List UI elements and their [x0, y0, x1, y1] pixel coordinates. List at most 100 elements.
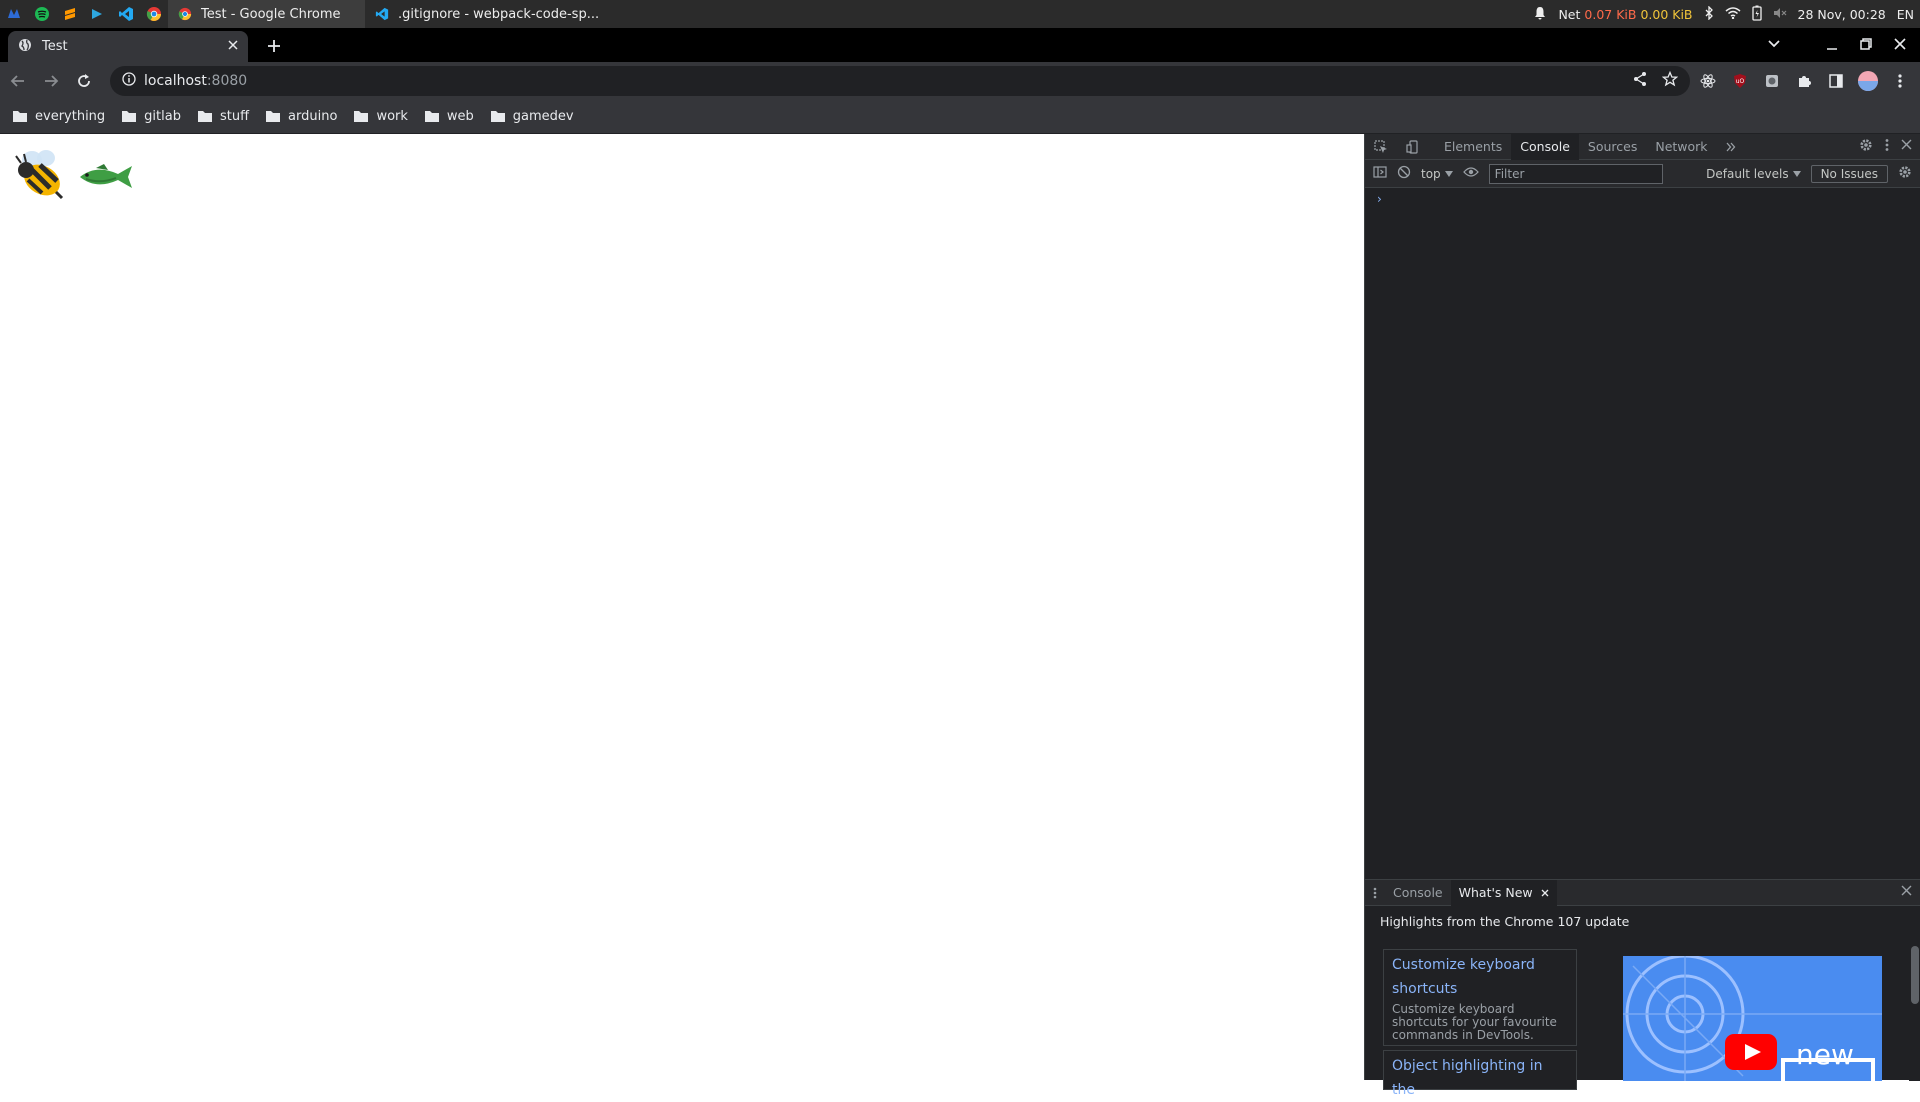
tab-title: Test	[42, 39, 68, 54]
clear-console-icon[interactable]	[1397, 165, 1411, 182]
folder-icon	[197, 111, 212, 122]
net-up-rate: 0.07 KiB	[1584, 6, 1637, 22]
battery-icon[interactable]	[1751, 5, 1762, 24]
bookmark-label: everything	[35, 109, 106, 124]
console-prompt[interactable]: ›	[1365, 188, 1920, 210]
bell-icon[interactable]	[1533, 6, 1547, 23]
drawer-tab-console[interactable]: Console	[1385, 880, 1451, 906]
device-toolbar-button[interactable]	[1397, 134, 1429, 160]
chrome-icon	[178, 7, 192, 21]
close-drawer-icon[interactable]	[1901, 885, 1920, 900]
bookmarks-bar: everything gitlab stuff arduino work web…	[0, 100, 1920, 134]
drawer-scrollbar-thumb[interactable]	[1911, 946, 1919, 1004]
close-tab-icon[interactable]	[228, 39, 238, 54]
log-levels-label: Default levels	[1706, 166, 1789, 181]
tab-search-button[interactable]	[1764, 34, 1784, 54]
sublime-icon[interactable]	[56, 0, 84, 28]
tab-console[interactable]: Console	[1511, 133, 1579, 160]
more-vertical-icon[interactable]	[1890, 71, 1910, 91]
side-panel-icon[interactable]	[1826, 71, 1846, 91]
dropdown-arrow-icon	[1792, 170, 1801, 177]
clock[interactable]: 28 Nov, 00:28	[1798, 7, 1886, 22]
bookmark-folder-arduino[interactable]: arduino	[265, 109, 337, 124]
folder-icon	[354, 111, 369, 122]
keyboard-layout[interactable]: EN	[1897, 7, 1914, 22]
taskbar-window-chrome[interactable]: Test - Google Chrome	[168, 0, 365, 28]
bookmark-folder-work[interactable]: work	[353, 109, 408, 124]
drawer-menu-icon[interactable]	[1365, 880, 1385, 906]
whats-new-heading: Highlights from the Chrome 107 update	[1380, 914, 1630, 929]
tab-network[interactable]: Network	[1646, 134, 1716, 160]
address-bar[interactable]: localhost:8080	[110, 66, 1690, 96]
forward-button[interactable]	[36, 66, 66, 96]
console-settings-icon[interactable]	[1898, 165, 1912, 182]
bee-emoji	[15, 150, 64, 200]
bookmark-folder-everything[interactable]: everything	[12, 109, 105, 124]
arrow-left-icon	[10, 75, 24, 87]
issues-button[interactable]: No Issues	[1810, 164, 1888, 183]
ublock-icon[interactable]: uO	[1730, 71, 1750, 91]
reload-button[interactable]	[69, 66, 99, 96]
device-icon	[1406, 139, 1418, 154]
settings-gear-icon[interactable]	[1859, 138, 1873, 156]
restore-button[interactable]	[1856, 34, 1876, 54]
whats-new-card[interactable]: Object highlighting in the	[1383, 1050, 1577, 1098]
youtube-play-icon[interactable]	[1725, 1034, 1777, 1070]
app-menu-icon[interactable]	[0, 0, 28, 28]
card-title[interactable]: Customize keyboard shortcuts	[1392, 953, 1568, 1001]
volume-muted-icon[interactable]	[1773, 7, 1787, 22]
fish-emoji	[80, 164, 132, 188]
vscode-icon	[375, 7, 389, 21]
whats-new-card[interactable]: Customize keyboard shortcuts Customize k…	[1383, 949, 1577, 1046]
dropdown-arrow-icon	[1444, 170, 1453, 177]
react-devtools-icon[interactable]	[1698, 71, 1718, 91]
inspect-element-button[interactable]	[1365, 134, 1397, 160]
tab-elements[interactable]: Elements	[1435, 134, 1511, 160]
chrome-icon[interactable]	[140, 0, 168, 28]
close-tab-icon[interactable]	[1541, 889, 1549, 897]
reload-icon	[78, 74, 90, 87]
whats-new-video-thumbnail[interactable]: new	[1623, 956, 1882, 1081]
more-vertical-icon[interactable]	[1885, 138, 1889, 156]
browser-tab-test[interactable]: Test	[8, 31, 248, 62]
extensions-area: uO	[1698, 66, 1910, 96]
devtools-tabbar: Elements Console Sources Network	[1365, 133, 1920, 160]
bookmark-folder-gitlab[interactable]: gitlab	[121, 109, 181, 124]
vscode-icon[interactable]	[112, 0, 140, 28]
log-levels-selector[interactable]: Default levels	[1706, 166, 1801, 181]
spotify-icon[interactable]	[28, 0, 56, 28]
share-icon[interactable]	[1632, 71, 1648, 91]
info-icon[interactable]	[122, 72, 136, 90]
system-tray: Net 0.07 KiB 0.00 KiB 28 Nov, 00:28 EN	[1533, 0, 1920, 28]
sidebar-toggle-icon[interactable]	[1373, 165, 1387, 182]
terminal-icon[interactable]	[84, 0, 112, 28]
new-tab-button[interactable]	[262, 34, 286, 58]
bookmark-star-icon[interactable]	[1661, 70, 1679, 91]
minimize-button[interactable]	[1822, 34, 1842, 54]
net-monitor: Net 0.07 KiB 0.00 KiB	[1558, 7, 1692, 22]
drawer-tab-whats-new[interactable]: What's New	[1450, 879, 1557, 906]
bookmark-folder-web[interactable]: web	[424, 109, 474, 124]
bluetooth-icon[interactable]	[1704, 4, 1714, 23]
puzzle-icon[interactable]	[1794, 71, 1814, 91]
wifi-icon[interactable]	[1725, 6, 1741, 22]
close-devtools-icon[interactable]	[1901, 139, 1912, 154]
taskbar-window-vscode[interactable]: .gitignore - webpack-code-sp...	[365, 0, 609, 28]
more-tabs-icon[interactable]	[1717, 134, 1745, 160]
avatar[interactable]	[1858, 71, 1878, 91]
console-filter-input[interactable]: Filter	[1488, 163, 1663, 184]
bookmark-folder-stuff[interactable]: stuff	[197, 109, 249, 124]
card-title[interactable]: Object highlighting in the	[1392, 1054, 1568, 1102]
back-button[interactable]	[3, 66, 33, 96]
live-expression-eye-icon[interactable]	[1462, 166, 1479, 181]
bookmark-folder-gamedev[interactable]: gamedev	[490, 109, 574, 124]
arrow-right-icon	[45, 75, 59, 87]
folder-icon	[424, 111, 439, 122]
console-toolbar: top Filter Default levels No Issues	[1365, 160, 1920, 188]
context-selector[interactable]: top	[1421, 167, 1453, 181]
close-window-button[interactable]	[1890, 34, 1910, 54]
close-icon	[1894, 38, 1906, 50]
extension-icon[interactable]	[1762, 71, 1782, 91]
tab-sources[interactable]: Sources	[1579, 134, 1646, 160]
bookmark-label: web	[446, 109, 474, 124]
